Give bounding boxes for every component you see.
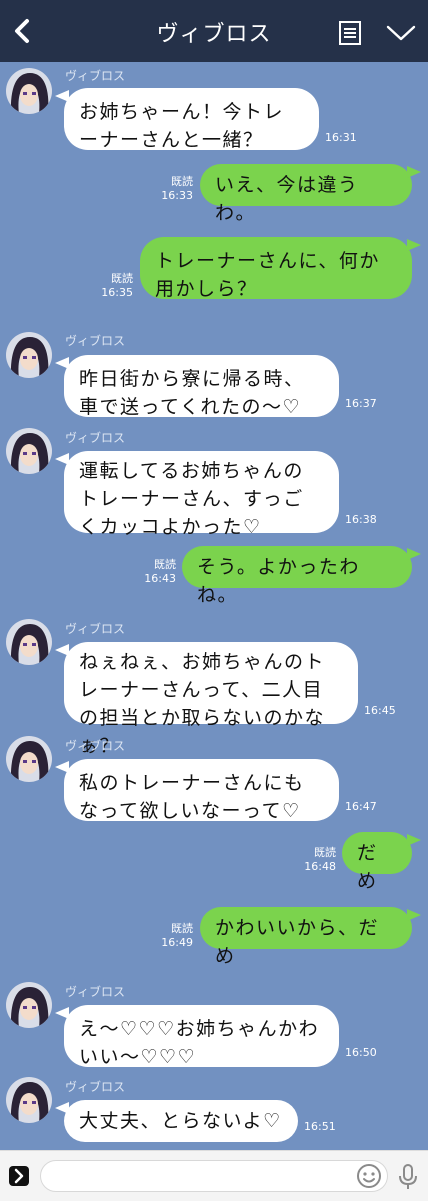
message-text: 運転してるお姉ちゃんのトレーナーさん、すっごくカッコよかった♡ (79, 460, 304, 538)
sender-name: ヴィブロス (65, 334, 126, 348)
message-input[interactable] (40, 1160, 388, 1192)
message-text: かわいいから、だめ (215, 917, 380, 967)
message-bubble-incoming[interactable]: え〜♡♡♡お姉ちゃんかわいい〜♡♡♡ (55, 1005, 339, 1068)
message-time: 16:50 (345, 1046, 377, 1059)
notes-icon[interactable] (339, 21, 361, 45)
message-text: だめ (357, 842, 378, 892)
input-bar (0, 1150, 428, 1201)
message-bubble-outgoing[interactable]: だめ (342, 832, 421, 892)
message-bubble-incoming[interactable]: 昨日街から寮に帰る時、車で送ってくれたの〜♡ (55, 355, 339, 418)
message-bubble-outgoing[interactable]: かわいいから、だめ (200, 907, 421, 967)
message-text: いえ、今は違うわ。 (215, 174, 359, 224)
message-bubble-incoming[interactable]: ねぇねぇ、お姉ちゃんのトレーナーさんって、二人目の担当とか取らないのかなぁ？ (55, 642, 358, 757)
avatar[interactable] (6, 332, 52, 378)
message-text: 昨日街から寮に帰る時、車で送ってくれたの〜♡ (79, 368, 305, 418)
chat-header: ヴィブロス (0, 0, 428, 62)
message-time: 16:51 (304, 1120, 336, 1133)
sender-name: ヴィブロス (65, 739, 126, 753)
read-receipt: 既読 (111, 272, 133, 285)
read-receipt: 既読 (171, 922, 193, 935)
message-time: 16:43 (144, 572, 176, 585)
avatar[interactable] (6, 619, 52, 665)
sender-name: ヴィブロス (65, 985, 126, 999)
message-text: そう。よかったわね。 (197, 556, 360, 606)
message-bubble-incoming[interactable]: 大丈夫、とらないよ♡ (55, 1100, 298, 1142)
message-time: 16:33 (161, 189, 193, 202)
message-time: 16:47 (345, 800, 377, 813)
message-time: 16:35 (101, 286, 133, 299)
read-receipt: 既読 (171, 175, 193, 188)
sender-name: ヴィブロス (65, 69, 126, 83)
message-bubble-incoming[interactable]: お姉ちゃーん！今トレーナーさんと一緒？ (55, 88, 319, 151)
message-time: 16:31 (325, 131, 357, 144)
message-bubble-outgoing[interactable]: そう。よかったわね。 (182, 546, 421, 606)
avatar[interactable] (6, 982, 52, 1028)
message-time: 16:49 (161, 936, 193, 949)
message-bubble-incoming[interactable]: 私のトレーナーさんにもなって欲しいなーって♡ (55, 759, 339, 822)
emoji-icon[interactable] (356, 1163, 382, 1189)
message-text: 大丈夫、とらないよ♡ (79, 1110, 282, 1132)
message-bubble-outgoing[interactable]: いえ、今は違うわ。 (200, 164, 421, 224)
microphone-icon[interactable] (398, 1163, 418, 1191)
sender-name: ヴィブロス (65, 1080, 126, 1094)
message-bubble-incoming[interactable]: 運転してるお姉ちゃんのトレーナーさん、すっごくカッコよかった♡ (55, 451, 339, 538)
chat-title: ヴィブロス (156, 22, 272, 47)
avatar[interactable] (6, 68, 52, 114)
chevron-down-icon[interactable] (386, 23, 416, 43)
read-receipt: 既読 (314, 846, 336, 859)
message-time: 16:48 (304, 860, 336, 873)
message-text: トレーナーさんに、何か用かしら？ (155, 250, 380, 300)
message-text: 私のトレーナーさんにもなって欲しいなーって♡ (79, 772, 305, 822)
expand-icon[interactable] (9, 1166, 29, 1186)
message-bubble-outgoing[interactable]: トレーナーさんに、何か用かしら？ (140, 237, 421, 300)
message-time: 16:45 (364, 704, 396, 717)
avatar[interactable] (6, 428, 52, 474)
message-text: お姉ちゃーん！今トレーナーさんと一緒？ (79, 101, 285, 151)
avatar[interactable] (6, 1077, 52, 1123)
sender-name: ヴィブロス (65, 622, 126, 636)
message-list[interactable]: ヴィブロス お姉ちゃーん！今トレーナーさんと一緒？ 16:31 いえ、今は違うわ… (0, 62, 428, 1150)
avatar[interactable] (6, 736, 52, 782)
read-receipt: 既読 (154, 558, 176, 571)
message-time: 16:37 (345, 397, 377, 410)
sender-name: ヴィブロス (65, 431, 126, 445)
message-text: え〜♡♡♡お姉ちゃんかわいい〜♡♡♡ (79, 1018, 320, 1068)
message-time: 16:38 (345, 513, 377, 526)
